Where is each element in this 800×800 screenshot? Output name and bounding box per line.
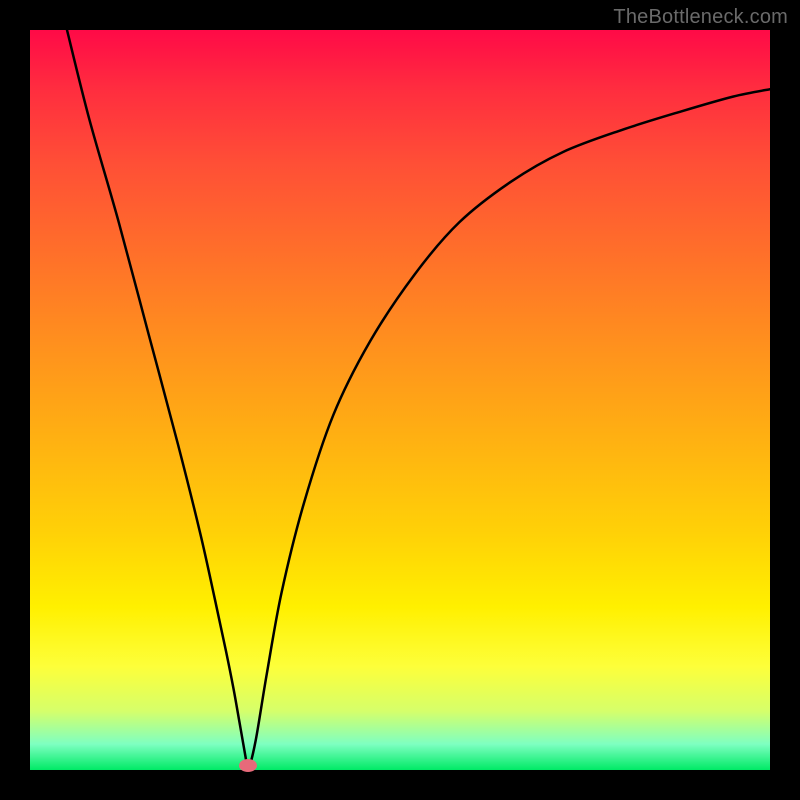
- curve-line: [67, 30, 770, 770]
- plot-area: [30, 30, 770, 770]
- marker-dot: [239, 759, 257, 772]
- watermark-text: TheBottleneck.com: [613, 6, 788, 29]
- chart-frame: [30, 30, 770, 770]
- curve-svg: [30, 30, 770, 770]
